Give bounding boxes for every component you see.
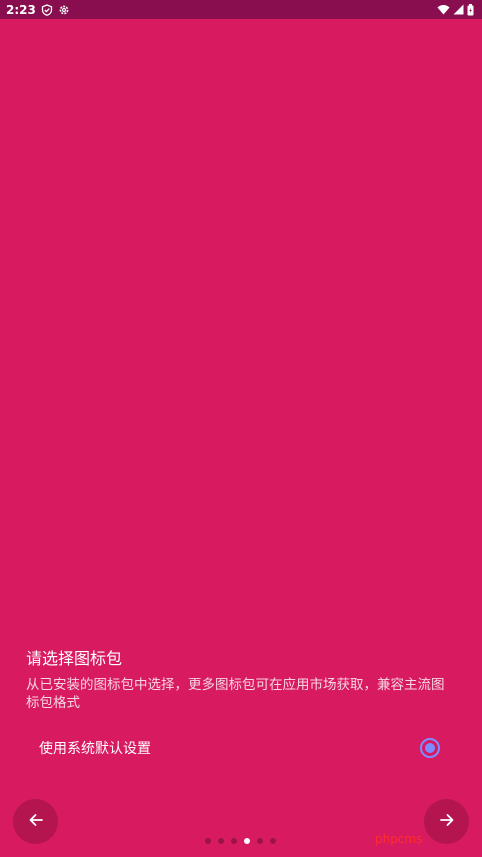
page-dot — [231, 838, 237, 844]
arrow-right-icon — [439, 812, 455, 832]
battery-icon — [467, 3, 474, 16]
status-right — [437, 3, 474, 16]
radio-button-selected[interactable] — [420, 738, 440, 758]
next-button[interactable] — [424, 799, 469, 844]
page-dot — [270, 838, 276, 844]
icon-pack-section: 请选择图标包 从已安装的图标包中选择，更多图标包可在应用市场获取，兼容主流图标包… — [26, 648, 456, 712]
page-description: 从已安装的图标包中选择，更多图标包可在应用市场获取，兼容主流图标包格式 — [26, 677, 445, 711]
settings-gear-icon — [58, 4, 70, 16]
option-label: 使用系统默认设置 — [39, 741, 151, 757]
cellular-signal-icon — [453, 4, 464, 15]
page-indicator — [205, 838, 276, 844]
wifi-icon — [437, 4, 450, 15]
option-system-default[interactable]: 使用系统默认设置 — [26, 732, 456, 764]
page-dot — [205, 838, 211, 844]
status-left: 2:23 — [6, 3, 70, 17]
page-dot — [257, 838, 263, 844]
arrow-left-icon — [28, 812, 44, 832]
watermark: phpcms — [375, 832, 423, 846]
status-bar: 2:23 — [0, 0, 482, 19]
page-title: 请选择图标包 — [26, 649, 123, 668]
shield-check-icon — [41, 3, 53, 16]
status-time: 2:23 — [6, 2, 36, 17]
page-dot — [218, 838, 224, 844]
page-dot-active — [244, 838, 250, 844]
previous-button[interactable] — [13, 799, 58, 844]
